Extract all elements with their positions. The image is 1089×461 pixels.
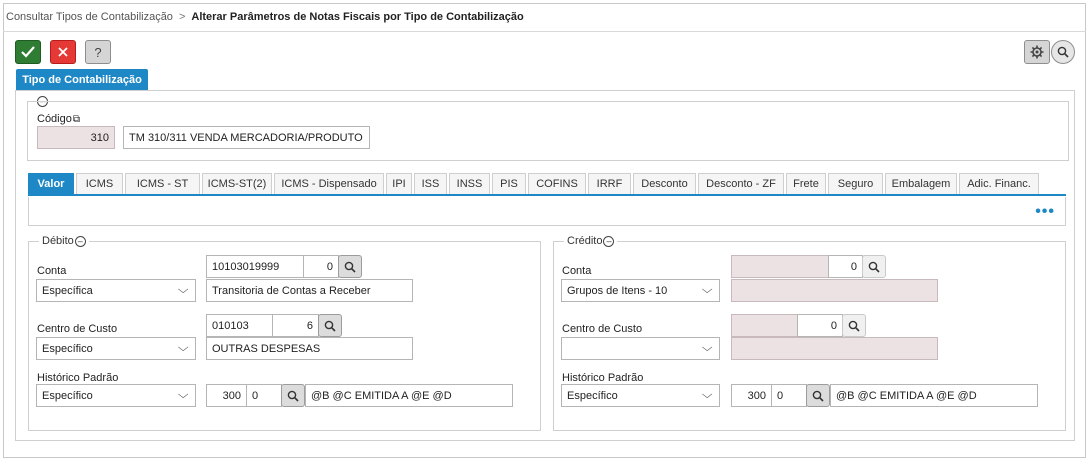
help-button[interactable]: ? (85, 40, 111, 64)
tab-embalagem[interactable]: Embalagem (885, 173, 957, 194)
tab-bar: Valor ICMS ICMS - ST ICMS-ST(2) ICMS - Dispe… (28, 173, 1066, 196)
codigo-label: Código⧉ (37, 113, 80, 125)
debito-legend: Débito – (39, 235, 89, 247)
breadcrumb-separator: > (178, 11, 186, 23)
cancel-button[interactable] (50, 40, 76, 64)
tab-valor[interactable]: Valor (28, 173, 74, 194)
debito-historico-label: Histórico Padrão (37, 372, 119, 384)
debito-historico-codigo-input[interactable]: 300 (206, 384, 247, 407)
collapse-credito-icon[interactable]: – (603, 235, 615, 247)
debito-conta-tipo-select[interactable]: Específica ⌵ (36, 279, 196, 302)
credito-historico-seq-input[interactable]: 0 (771, 384, 807, 407)
debito-conta-search-button[interactable] (338, 255, 362, 278)
page-title: Alterar Parâmetros de Notas Fiscais por … (191, 11, 524, 23)
debito-centro-search-button[interactable] (318, 314, 342, 337)
search-icon (344, 261, 356, 273)
credito-legend: Crédito – (564, 235, 618, 247)
debito-conta-codigo-input[interactable]: 10103019999 (206, 255, 304, 278)
search-icon (848, 320, 860, 332)
breadcrumb-parent-link[interactable]: Consultar Tipos de Contabilização (6, 11, 173, 23)
chevron-down-icon: ⌵ (701, 342, 713, 354)
credito-conta-codigo-input[interactable] (731, 255, 829, 278)
credito-conta-tipo-value: Grupos de Itens - 10 (567, 284, 668, 297)
tab-icms-st[interactable]: ICMS - ST (125, 173, 200, 194)
credito-historico-tipo-value: Específico (567, 389, 618, 402)
debito-centro-tipo-select[interactable]: Específico ⌵ (36, 337, 196, 360)
credito-conta-label: Conta (562, 265, 592, 277)
tab-icms-dispensado[interactable]: ICMS - Dispensado (274, 173, 384, 194)
tab-desconto-zf[interactable]: Desconto - ZF (698, 173, 784, 194)
tab-adic-financ[interactable]: Adic. Financ. (959, 173, 1039, 194)
debito-historico-texto-input[interactable]: @B @C EMITIDA A @E @D (305, 384, 513, 407)
tab-desconto[interactable]: Desconto (633, 173, 696, 194)
section-tab-tipo-contabilizacao[interactable]: Tipo de Contabilização (16, 69, 148, 90)
tab-icms-st-2[interactable]: ICMS-ST(2) (202, 173, 272, 194)
tab-seguro[interactable]: Seguro (828, 173, 883, 194)
chevron-down-icon: ⌵ (177, 389, 189, 401)
search-icon (1057, 46, 1069, 58)
x-icon (58, 47, 68, 57)
tab-inss[interactable]: INSS (449, 173, 490, 194)
credito-centro-descricao-input[interactable] (731, 337, 938, 360)
credito-historico-search-button[interactable] (806, 384, 830, 407)
credito-centro-tipo-select[interactable]: ⌵ (561, 337, 720, 360)
credito-centro-label: Centro de Custo (562, 323, 643, 335)
debito-conta-tipo-value: Específica (42, 284, 93, 297)
search-icon (812, 390, 824, 402)
more-options-icon[interactable]: ••• (1035, 204, 1055, 220)
breadcrumb: Consultar Tipos de Contabilização > Altera… (6, 11, 524, 23)
debito-historico-tipo-select[interactable]: Específico ⌵ (36, 384, 196, 407)
credito-conta-digito-input[interactable]: 0 (828, 255, 863, 278)
credito-title: Crédito (567, 235, 603, 247)
gear-icon (1030, 45, 1044, 59)
debito-centro-codigo-input[interactable]: 010103 (206, 314, 273, 337)
debito-centro-tipo-value: Específico (42, 342, 93, 355)
credito-historico-tipo-select[interactable]: Específico ⌵ (561, 384, 720, 407)
credito-centro-search-button[interactable] (842, 314, 866, 337)
credito-conta-search-button[interactable] (862, 255, 886, 278)
tab-frete[interactable]: Frete (786, 173, 826, 194)
debito-conta-digito-input[interactable]: 0 (303, 255, 339, 278)
tab-irrf[interactable]: IRRF (588, 173, 631, 194)
credito-historico-label: Histórico Padrão (562, 372, 644, 384)
credito-conta-tipo-select[interactable]: Grupos de Itens - 10 ⌵ (561, 279, 720, 302)
header-divider (3, 31, 1086, 32)
chevron-down-icon: ⌵ (177, 284, 189, 296)
debito-conta-descricao-input[interactable]: Transitoria de Contas a Receber (206, 279, 413, 302)
tab-ipi[interactable]: IPI (386, 173, 412, 194)
confirm-button[interactable] (15, 40, 41, 64)
debito-conta-label: Conta (37, 265, 67, 277)
tab-icms[interactable]: ICMS (76, 173, 123, 194)
search-icon (868, 261, 880, 273)
chevron-down-icon: ⌵ (701, 284, 713, 296)
collapse-debito-icon[interactable]: – (74, 235, 86, 247)
search-icon (287, 390, 299, 402)
search-icon (324, 320, 336, 332)
help-label: ? (94, 44, 102, 60)
tab-content: ••• (28, 197, 1066, 226)
codigo-input[interactable]: 310 (37, 126, 115, 149)
debito-title: Débito (42, 235, 74, 247)
tab-iss[interactable]: ISS (414, 173, 447, 194)
tab-pis[interactable]: PIS (492, 173, 526, 194)
chevron-down-icon: ⌵ (177, 342, 189, 354)
credito-historico-codigo-input[interactable]: 300 (731, 384, 772, 407)
credito-historico-texto-input[interactable]: @B @C EMITIDA A @E @D (830, 384, 1038, 407)
settings-button[interactable] (1024, 40, 1050, 64)
debito-centro-label: Centro de Custo (37, 323, 118, 335)
debito-historico-seq-input[interactable]: 0 (246, 384, 282, 407)
debito-centro-digito-input[interactable]: 6 (272, 314, 319, 337)
tab-cofins[interactable]: COFINS (528, 173, 586, 194)
descricao-input[interactable]: TM 310/311 VENDA MERCADORIA/PRODUTO (123, 126, 370, 149)
copy-icon[interactable]: ⧉ (73, 114, 80, 125)
debito-historico-search-button[interactable] (281, 384, 305, 407)
debito-historico-tipo-value: Específico (42, 389, 93, 402)
chevron-down-icon: ⌵ (701, 389, 713, 401)
debito-centro-descricao-input[interactable]: OUTRAS DESPESAS (206, 337, 413, 360)
credito-centro-digito-input[interactable]: 0 (797, 314, 843, 337)
check-icon (21, 46, 35, 58)
credito-centro-codigo-input[interactable] (731, 314, 798, 337)
search-button[interactable] (1051, 40, 1075, 64)
credito-conta-descricao-input[interactable] (731, 279, 938, 302)
